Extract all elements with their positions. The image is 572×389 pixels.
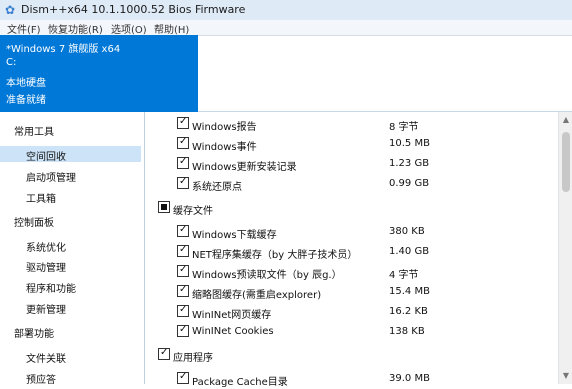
item-size: 4 字节 (389, 270, 419, 281)
list-item[interactable]: Package Cache目录 39.0 MB (146, 369, 558, 389)
checkbox[interactable] (177, 284, 189, 297)
sidebar: 常用工具 空间回收 启动项管理 工具箱 控制面板 系统优化 驱动管理 程序和功能… (0, 112, 145, 386)
item-label: 缩略图缓存(需重启explorer) (192, 290, 322, 301)
section-checkbox[interactable] (158, 347, 170, 360)
menu-help[interactable]: 帮助(H) (154, 21, 189, 36)
menu-recovery[interactable]: 恢复功能(R) (48, 21, 103, 36)
image-name: *Windows 7 旗舰版 x64 (6, 44, 121, 55)
image-info-panel: *Windows 7 旗舰版 x64 C: 本地硬盘 准备就绪 (0, 35, 198, 112)
sidebar-item-space-cleanup[interactable]: 空间回收 (0, 146, 141, 163)
item-label: Windows下载缓存 (192, 230, 277, 241)
menu-bar: 文件(F) 恢复功能(R) 选项(O) 帮助(H) (0, 20, 572, 36)
checkbox[interactable] (177, 244, 189, 257)
item-size: 1.23 GB (389, 158, 430, 169)
item-size: 39.0 MB (389, 373, 430, 384)
scroll-thumb[interactable] (562, 132, 570, 192)
list-item[interactable]: 缩略图缓存(需重启explorer) 15.4 MB (146, 282, 558, 302)
list-item[interactable]: Windows更新安装记录 1.23 GB (146, 154, 558, 174)
sidebar-item-startup[interactable]: 启动项管理 (26, 169, 76, 184)
item-label: Package Cache目录 (192, 377, 288, 388)
list-item[interactable]: Windows报告 8 字节 (146, 114, 558, 134)
checkbox[interactable] (177, 116, 189, 129)
list-item[interactable]: NET程序集缓存（by 大胖子技术员） 1.40 GB (146, 242, 558, 262)
list-item[interactable]: WinINet网页缓存 16.2 KB (146, 302, 558, 322)
item-size: 138 KB (389, 326, 425, 337)
list-item[interactable]: WinINet Cookies 138 KB (146, 322, 558, 342)
window-title: Dism++x64 10.1.1000.52 Bios Firmware (21, 3, 246, 16)
image-type: 本地硬盘 (6, 78, 46, 89)
image-drive: C: (6, 57, 17, 68)
checkbox[interactable] (177, 156, 189, 169)
image-status: 准备就绪 (6, 95, 46, 106)
item-size: 8 字节 (389, 122, 419, 133)
checkbox[interactable] (177, 176, 189, 189)
settings-icon: ✿ (4, 3, 16, 17)
group-deployment: 部署功能 (14, 329, 54, 340)
vertical-scrollbar[interactable]: ▲ ▼ (558, 112, 572, 384)
item-size: 15.4 MB (389, 286, 430, 297)
item-size: 16.2 KB (389, 306, 428, 317)
cleanup-list: Windows报告 8 字节 Windows事件 10.5 MB Windows… (146, 112, 558, 388)
sidebar-item-system-optimize[interactable]: 系统优化 (26, 239, 66, 254)
checkbox[interactable] (177, 264, 189, 277)
section-checkbox[interactable] (158, 201, 170, 213)
item-label: NET程序集缓存（by 大胖子技术员） (192, 250, 358, 261)
item-label: WinINet网页缓存 (192, 310, 272, 321)
group-common-tools: 常用工具 (14, 127, 54, 138)
checkbox[interactable] (177, 324, 189, 337)
title-bar: ✿ Dism++x64 10.1.1000.52 Bios Firmware (0, 0, 572, 20)
item-label: Windows更新安装记录 (192, 162, 297, 173)
checkbox[interactable] (177, 136, 189, 149)
section-header[interactable]: 应用程序 (146, 345, 558, 365)
sidebar-item-driver-management[interactable]: 驱动管理 (26, 259, 66, 274)
sidebar-item-programs-features[interactable]: 程序和功能 (26, 280, 76, 295)
sidebar-item-file-association[interactable]: 文件关联 (26, 350, 66, 365)
item-size: 380 KB (389, 226, 425, 237)
list-item[interactable]: Windows下载缓存 380 KB (146, 222, 558, 242)
scroll-down-icon[interactable]: ▼ (562, 372, 570, 380)
list-item[interactable]: Windows事件 10.5 MB (146, 134, 558, 154)
item-label: Windows报告 (192, 122, 257, 133)
sidebar-item-update-management[interactable]: 更新管理 (26, 301, 66, 316)
checkbox[interactable] (177, 224, 189, 237)
checkbox[interactable] (177, 371, 189, 384)
item-size: 1.40 GB (389, 246, 430, 257)
scroll-up-icon[interactable]: ▲ (562, 116, 570, 124)
item-size: 10.5 MB (389, 138, 430, 149)
group-control-panel: 控制面板 (14, 218, 54, 229)
list-item[interactable]: Windows预读取文件（by 辰g.） 4 字节 (146, 262, 558, 282)
item-label: 系统还原点 (192, 182, 242, 193)
sidebar-item-toolbox[interactable]: 工具箱 (26, 190, 56, 205)
sidebar-item-label: 空间回收 (26, 152, 66, 163)
section-header[interactable]: 缓存文件 (146, 198, 558, 218)
item-label: Windows事件 (192, 142, 257, 153)
list-item[interactable]: 系统还原点 0.99 GB (146, 174, 558, 194)
section-label: 缓存文件 (173, 206, 213, 217)
item-size: 0.99 GB (389, 178, 430, 189)
item-label: Windows预读取文件（by 辰g.） (192, 270, 342, 281)
menu-file[interactable]: 文件(F) (7, 21, 41, 36)
item-label: WinINet Cookies (192, 326, 274, 337)
menu-options[interactable]: 选项(O) (111, 21, 147, 36)
section-label: 应用程序 (173, 353, 213, 364)
checkbox[interactable] (177, 304, 189, 317)
